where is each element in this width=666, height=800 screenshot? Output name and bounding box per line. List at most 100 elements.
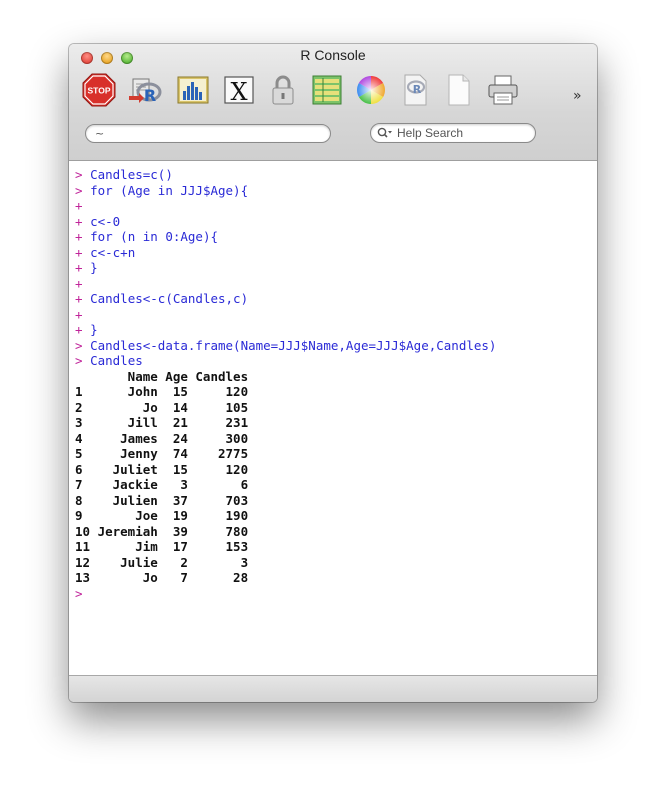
input-line: +: [75, 276, 597, 292]
command-text: }: [90, 322, 98, 337]
prompt-symbol: >: [75, 353, 83, 368]
window-title: R Console: [300, 47, 366, 63]
r-script-icon: R: [129, 78, 162, 105]
output-text: 1 John 15 120: [75, 384, 249, 399]
output-text: Name Age Candles: [75, 368, 249, 384]
open-document-button[interactable]: R: [395, 70, 435, 110]
input-line: + Candles<-c(Candles,c): [75, 291, 597, 307]
command-text: }: [90, 260, 98, 275]
input-line: > for (Age in JJJ$Age){: [75, 183, 597, 199]
prompt-symbol: +: [75, 306, 83, 322]
output-text: 10 Jeremiah 39 780: [75, 523, 249, 539]
command-text: Candles=c(): [90, 167, 173, 182]
output-line: Name Age Candles: [75, 369, 597, 385]
input-line: + for (n in 0:Age){: [75, 229, 597, 245]
input-line: > Candles: [75, 353, 597, 369]
command-text: Candles: [90, 353, 143, 368]
r-document-icon: R: [404, 74, 427, 106]
output-line: 13 Jo 7 28: [75, 570, 597, 586]
printer-icon: [488, 75, 518, 105]
command-text: for (n in 0:Age){: [90, 229, 218, 244]
prompt-symbol: +: [75, 229, 83, 244]
output-line: 8 Julien 37 703: [75, 493, 597, 509]
stop-sign-icon: STOP: [82, 73, 116, 107]
source-script-button[interactable]: R: [125, 70, 165, 110]
output-text: 4 James 24 300: [75, 430, 249, 446]
output-line: 1 John 15 120: [75, 384, 597, 400]
color-wheel-icon: [357, 76, 385, 104]
output-line: 7 Jackie 3 6: [75, 477, 597, 493]
output-text: 2 Jo 14 105: [75, 399, 249, 415]
x11-button[interactable]: X: [219, 70, 259, 110]
stop-button[interactable]: STOP: [79, 70, 119, 110]
x11-label: X: [230, 78, 247, 106]
print-button[interactable]: [483, 70, 523, 110]
output-line: 6 Juliet 15 120: [75, 462, 597, 478]
output-text: 9 Joe 19 190: [75, 508, 249, 523]
help-search-placeholder: Help Search: [397, 126, 464, 140]
input-line: +: [75, 307, 597, 323]
authorize-button[interactable]: [263, 70, 303, 110]
working-directory-field[interactable]: ~: [85, 124, 331, 143]
command-text: Candles<-data.frame(Name=JJJ$Name,Age=JJ…: [90, 337, 497, 353]
output-text: 5 Jenny 74 2775: [75, 446, 249, 461]
search-icon[interactable]: [377, 127, 393, 139]
prompt-symbol: >: [75, 182, 83, 198]
command-text: Candles<-c(Candles,c): [90, 291, 249, 306]
output-line: 4 James 24 300: [75, 431, 597, 447]
output-line: 12 Julie 2 3: [75, 555, 597, 571]
chart-icon: [177, 76, 209, 104]
lock-icon: [272, 75, 294, 105]
toolbar-overflow-button[interactable]: »: [573, 88, 582, 104]
r-console-window: R Console STOP R X R » ~ Help Search > C…: [69, 44, 597, 702]
input-line: > Candles=c(): [75, 167, 597, 183]
prompt-symbol: +: [75, 244, 83, 260]
data-table-icon: [312, 75, 342, 105]
prompt-symbol: +: [75, 291, 83, 306]
input-line: >: [75, 586, 597, 602]
output-text: 7 Jackie 3 6: [75, 477, 249, 492]
input-line: + c<-c+n: [75, 245, 597, 261]
data-editor-button[interactable]: [307, 70, 347, 110]
help-search-field[interactable]: Help Search: [370, 123, 536, 143]
prompt-symbol: +: [75, 275, 83, 291]
prompt-symbol: +: [75, 213, 83, 229]
output-line: 10 Jeremiah 39 780: [75, 524, 597, 540]
output-text: 8 Julien 37 703: [75, 492, 249, 508]
output-line: 9 Joe 19 190: [75, 508, 597, 524]
x11-icon: X: [224, 76, 254, 106]
output-line: 5 Jenny 74 2775: [75, 446, 597, 462]
prompt-symbol: >: [75, 585, 83, 601]
prompt-symbol: +: [75, 260, 83, 275]
stop-label: STOP: [88, 86, 111, 96]
prompt-symbol: >: [75, 337, 83, 353]
input-line: +: [75, 198, 597, 214]
status-bar: [69, 675, 597, 702]
input-line: + }: [75, 322, 597, 338]
output-line: 11 Jim 17 153: [75, 539, 597, 555]
output-line: 2 Jo 14 105: [75, 400, 597, 416]
new-document-button[interactable]: [439, 70, 479, 110]
input-line: + }: [75, 260, 597, 276]
svg-text:R: R: [413, 83, 422, 96]
output-line: 3 Jill 21 231: [75, 415, 597, 431]
window-titlebar: R Console STOP R X R » ~ Help Search: [69, 44, 597, 161]
output-text: 12 Julie 2 3: [75, 554, 249, 570]
prompt-symbol: >: [75, 167, 83, 182]
console-output[interactable]: > Candles=c() > for (Age in JJJ$Age){+ + …: [69, 161, 597, 676]
output-text: 6 Juliet 15 120: [75, 461, 249, 477]
output-text: 3 Jill 21 231: [75, 415, 249, 430]
prompt-symbol: +: [75, 322, 83, 337]
output-text: 11 Jim 17 153: [75, 539, 249, 554]
command-text: c<-0: [90, 213, 121, 229]
blank-document-icon: [448, 74, 470, 106]
command-text: c<-c+n: [90, 244, 136, 260]
input-line: + c<-0: [75, 214, 597, 230]
input-line: > Candles<-data.frame(Name=JJJ$Name,Age=…: [75, 338, 597, 354]
color-button[interactable]: [351, 70, 391, 110]
output-text: 13 Jo 7 28: [75, 570, 249, 585]
quartz-button[interactable]: [173, 70, 213, 110]
command-text: for (Age in JJJ$Age){: [90, 182, 249, 198]
prompt-symbol: +: [75, 198, 83, 213]
svg-text:R: R: [144, 86, 156, 105]
